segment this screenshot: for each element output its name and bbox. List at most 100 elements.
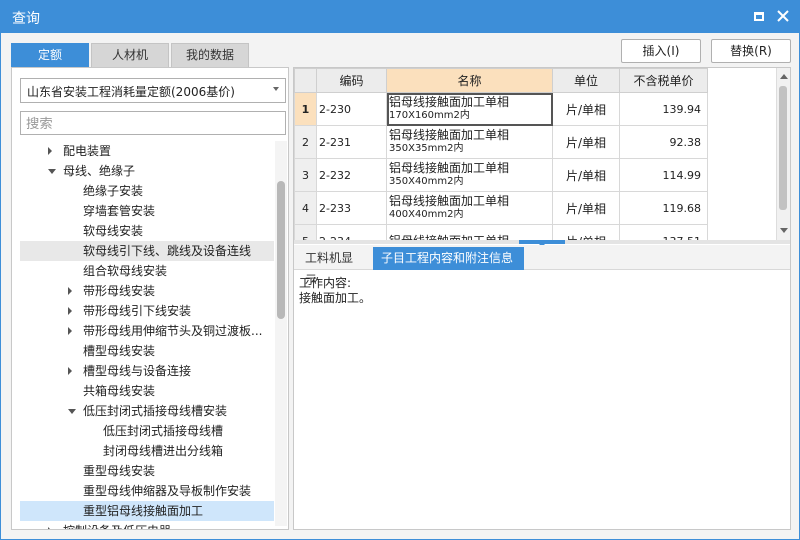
- expand-arrow-icon[interactable]: [68, 307, 72, 315]
- tree-item[interactable]: 带形母线安装: [20, 281, 274, 301]
- row-number[interactable]: 1: [294, 92, 317, 126]
- row-number[interactable]: 5: [294, 224, 317, 240]
- tree-item[interactable]: 穿墙套管安装: [20, 201, 274, 221]
- row-number[interactable]: 2: [294, 125, 317, 159]
- tree-item[interactable]: 软母线安装: [20, 221, 274, 241]
- tree-item[interactable]: 重型铝母线接触面加工: [20, 501, 274, 521]
- cell-price[interactable]: 114.99: [619, 158, 708, 192]
- cell-price[interactable]: 119.68: [619, 191, 708, 225]
- tree-scrollbar[interactable]: [275, 141, 287, 526]
- cell-unit[interactable]: 片/单相: [552, 92, 620, 126]
- tab-my-data[interactable]: 我的数据: [171, 43, 249, 67]
- cell-code[interactable]: 2-230: [316, 92, 387, 126]
- grid-header-row: 编码 名称 单位 不含税单价: [294, 68, 708, 93]
- expand-arrow-icon[interactable]: [68, 327, 72, 335]
- cell-name-spec: 400X40mm2内: [389, 209, 464, 220]
- table-row[interactable]: 4 2-233 铝母线接触面加工单相 400X40mm2内 片/单相 119.68: [294, 191, 708, 225]
- grid-scrollbar[interactable]: [776, 68, 790, 240]
- expand-arrow-icon[interactable]: [68, 287, 72, 295]
- cell-name[interactable]: 铝母线接触面加工单相: [386, 224, 553, 240]
- col-header-price[interactable]: 不含税单价: [619, 68, 708, 93]
- tree-item[interactable]: 封闭母线槽进出分线箱: [20, 441, 274, 461]
- tree-item[interactable]: 槽型母线安装: [20, 341, 274, 361]
- tree-item[interactable]: 配电装置: [20, 141, 274, 161]
- cell-code[interactable]: 2-234: [316, 224, 387, 240]
- collapse-arrow-icon[interactable]: [68, 409, 76, 414]
- tree-item[interactable]: 重型母线安装: [20, 461, 274, 481]
- col-header-unit[interactable]: 单位: [552, 68, 620, 93]
- cell-code[interactable]: 2-232: [316, 158, 387, 192]
- cell-name-title: 铝母线接触面加工单相: [389, 161, 510, 175]
- tree-item[interactable]: 组合软母线安装: [20, 261, 274, 281]
- tab-quota[interactable]: 定额: [11, 43, 89, 67]
- cell-name[interactable]: 铝母线接触面加工单相 170X160mm2内: [386, 92, 553, 126]
- tree-item[interactable]: 绝缘子安装: [20, 181, 274, 201]
- tab-work-content-notes[interactable]: 子目工程内容和附注信息: [373, 247, 524, 270]
- expand-arrow-icon[interactable]: [48, 147, 52, 155]
- tree-item-label: 槽型母线与设备连接: [83, 364, 192, 378]
- tree-item-label: 绝缘子安装: [83, 184, 144, 198]
- cell-unit[interactable]: 片/单相: [552, 191, 620, 225]
- cell-unit[interactable]: 片/单相: [552, 224, 620, 240]
- tree-item-label: 穿墙套管安装: [83, 204, 156, 218]
- cell-name[interactable]: 铝母线接触面加工单相 350X35mm2内: [386, 125, 553, 159]
- maximize-button[interactable]: [750, 7, 768, 25]
- tree-item[interactable]: 软母线引下线、跳线及设备连线: [20, 241, 274, 261]
- work-content-text: 接触面加工。: [299, 291, 372, 305]
- tree-item[interactable]: 控制设备及低压电器: [20, 521, 274, 529]
- col-header-name[interactable]: 名称: [386, 68, 553, 93]
- tree-item-label: 重型母线伸缩器及导板制作安装: [83, 484, 252, 498]
- table-row[interactable]: 1 2-230 铝母线接触面加工单相 170X160mm2内 片/单相 139.94: [294, 92, 708, 126]
- cell-price[interactable]: 92.38: [619, 125, 708, 159]
- tree-item-label: 组合软母线安装: [83, 264, 168, 278]
- tree-item[interactable]: 槽型母线与设备连接: [20, 361, 274, 381]
- panel-splitter[interactable]: [294, 240, 790, 247]
- collapse-arrow-icon[interactable]: [48, 169, 56, 174]
- expand-arrow-icon[interactable]: [48, 527, 52, 529]
- table-row[interactable]: 2 2-231 铝母线接触面加工单相 350X35mm2内 片/单相 92.38: [294, 125, 708, 159]
- window-title: 查询: [12, 11, 40, 27]
- cell-code[interactable]: 2-233: [316, 191, 387, 225]
- query-dialog: 定额 人材机 我的数据 插入(I) 替换(R) 山东省安装工程消耗量定额(200…: [0, 33, 800, 540]
- tree-item-label: 控制设备及低压电器: [63, 521, 171, 529]
- tree-scroll-thumb[interactable]: [277, 181, 285, 319]
- cell-price[interactable]: 139.94: [619, 92, 708, 126]
- tree-item[interactable]: 带形母线用伸缩节头及铜过渡板...: [20, 321, 274, 341]
- tab-resource-display[interactable]: 工料机显示: [297, 247, 371, 287]
- tab-labor-material-machine[interactable]: 人材机: [91, 43, 169, 67]
- cell-code[interactable]: 2-231: [316, 125, 387, 159]
- search-input[interactable]: [20, 111, 286, 135]
- table-row[interactable]: 52-234铝母线接触面加工单相片/单相137.51: [294, 224, 708, 240]
- cell-unit[interactable]: 片/单相: [552, 158, 620, 192]
- quota-library-value: 山东省安装工程消耗量定额(2006基价): [27, 85, 235, 99]
- tree-item[interactable]: 低压封闭式插接母线槽: [20, 421, 274, 441]
- close-button[interactable]: [774, 7, 792, 25]
- tree-item-label: 共箱母线安装: [83, 384, 156, 398]
- tree-item[interactable]: 重型母线伸缩器及导板制作安装: [20, 481, 274, 501]
- cell-price[interactable]: 137.51: [619, 224, 708, 240]
- cell-name-spec: 350X40mm2内: [389, 176, 464, 187]
- table-row[interactable]: 3 2-232 铝母线接触面加工单相 350X40mm2内 片/单相 114.99: [294, 158, 708, 192]
- title-bar: 查询: [0, 0, 800, 33]
- expand-arrow-icon[interactable]: [68, 367, 72, 375]
- quota-tree-panel: 山东省安装工程消耗量定额(2006基价) 配电装置母线、绝缘子绝缘子安装穿墙套管…: [11, 67, 289, 530]
- quota-library-select[interactable]: 山东省安装工程消耗量定额(2006基价): [20, 78, 286, 103]
- scroll-down-icon[interactable]: [780, 228, 788, 233]
- row-number[interactable]: 3: [294, 158, 317, 192]
- tree-item[interactable]: 低压封闭式插接母线槽安装: [20, 401, 274, 421]
- scroll-up-icon[interactable]: [780, 74, 788, 79]
- cell-unit[interactable]: 片/单相: [552, 125, 620, 159]
- cell-name[interactable]: 铝母线接触面加工单相 400X40mm2内: [386, 191, 553, 225]
- grid-scroll-thumb[interactable]: [779, 86, 787, 210]
- col-header-code[interactable]: 编码: [316, 68, 387, 93]
- dropdown-caret-icon: [273, 87, 279, 91]
- tree-item[interactable]: 母线、绝缘子: [20, 161, 274, 181]
- tree-item[interactable]: 带形母线引下线安装: [20, 301, 274, 321]
- cell-name[interactable]: 铝母线接触面加工单相 350X40mm2内: [386, 158, 553, 192]
- row-number[interactable]: 4: [294, 191, 317, 225]
- tree-item-label: 软母线安装: [83, 224, 144, 238]
- tree-item-label: 带形母线安装: [83, 284, 156, 298]
- replace-button[interactable]: 替换(R): [711, 39, 791, 63]
- insert-button[interactable]: 插入(I): [621, 39, 701, 63]
- tree-item[interactable]: 共箱母线安装: [20, 381, 274, 401]
